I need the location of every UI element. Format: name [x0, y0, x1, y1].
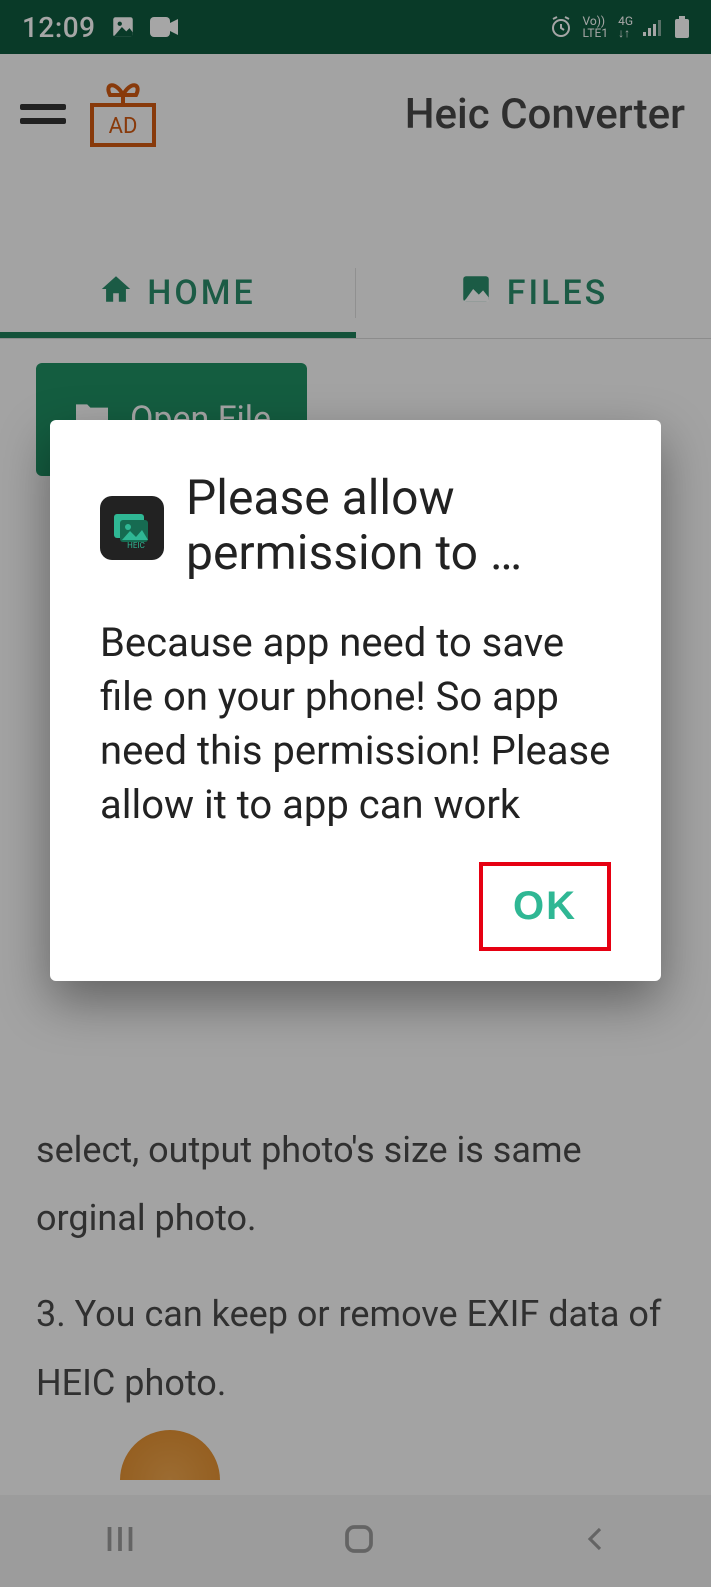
app-icon: HEIC: [100, 496, 164, 560]
svg-text:HEIC: HEIC: [127, 541, 145, 550]
ok-button[interactable]: OK: [479, 862, 611, 951]
dialog-header: HEIC Please allow permission to …: [100, 470, 611, 580]
dialog-title: Please allow permission to …: [186, 470, 611, 580]
permission-dialog: HEIC Please allow permission to … Becaus…: [50, 420, 661, 981]
dialog-body: Because app need to save file on your ph…: [100, 616, 611, 832]
dialog-actions: OK: [100, 862, 611, 951]
